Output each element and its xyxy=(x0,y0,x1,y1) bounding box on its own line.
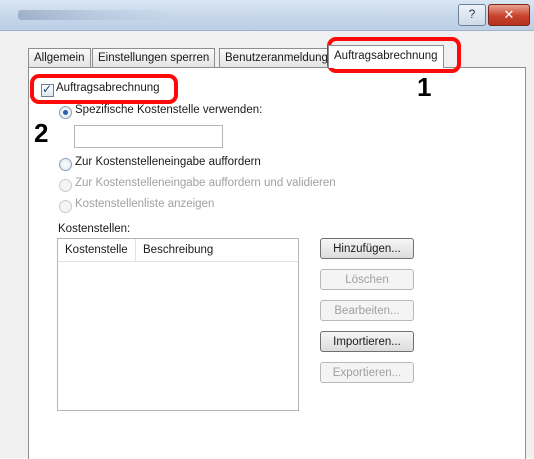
job-accounting-checkbox[interactable] xyxy=(41,82,54,97)
column-header-kostenstelle[interactable]: Kostenstelle xyxy=(58,239,136,261)
list-header: Kostenstelle Beschreibung xyxy=(58,239,298,262)
title-bar: ? ✕ xyxy=(0,0,534,31)
cost-center-list-title: Kostenstellen: xyxy=(58,223,131,235)
show-cost-center-list-radio[interactable] xyxy=(59,200,72,213)
step-1-marker: 1 xyxy=(417,72,432,102)
add-button[interactable]: Hinzufügen... xyxy=(320,238,414,259)
tab-panel-auftragsabrechnung: Auftragsabrechnung Spezifische Kostenste… xyxy=(28,67,526,459)
close-button[interactable]: ✕ xyxy=(488,4,530,26)
help-button[interactable]: ? xyxy=(458,4,486,26)
import-button[interactable]: Importieren... xyxy=(320,331,414,352)
tab-benutzeranmeldung[interactable]: Benutzeranmeldung xyxy=(219,48,334,67)
use-specific-cost-center-label: Spezifische Kostenstelle verwenden: xyxy=(75,104,263,116)
show-cost-center-list-label: Kostenstellenliste anzeigen xyxy=(75,198,215,210)
prompt-cost-center-label: Zur Kostenstelleneingabe auffordern xyxy=(75,156,261,168)
tab-einstellungen-sperren[interactable]: Einstellungen sperren xyxy=(92,48,216,67)
prompt-cost-center-radio[interactable] xyxy=(59,158,72,171)
use-specific-cost-center-radio[interactable] xyxy=(59,106,72,119)
tab-allgemein[interactable]: Allgemein xyxy=(28,48,91,67)
prompt-validate-cost-center-label: Zur Kostenstelleneingabe auffordern und … xyxy=(75,177,336,189)
window-title-redacted xyxy=(18,10,168,20)
dialog-body: Allgemein Einstellungen sperren Benutzer… xyxy=(0,31,534,459)
prompt-validate-cost-center-radio[interactable] xyxy=(59,179,72,192)
cost-center-input[interactable] xyxy=(74,125,223,148)
cost-center-list[interactable]: Kostenstelle Beschreibung xyxy=(57,238,299,411)
job-accounting-label[interactable]: Auftragsabrechnung xyxy=(56,82,160,94)
export-button[interactable]: Exportieren... xyxy=(320,362,414,383)
column-header-beschreibung[interactable]: Beschreibung xyxy=(136,239,298,261)
delete-button[interactable]: Löschen xyxy=(320,269,414,290)
step-2-marker: 2 xyxy=(34,118,49,148)
tab-auftragsabrechnung[interactable]: Auftragsabrechnung xyxy=(328,45,444,68)
edit-button[interactable]: Bearbeiten... xyxy=(320,300,414,321)
